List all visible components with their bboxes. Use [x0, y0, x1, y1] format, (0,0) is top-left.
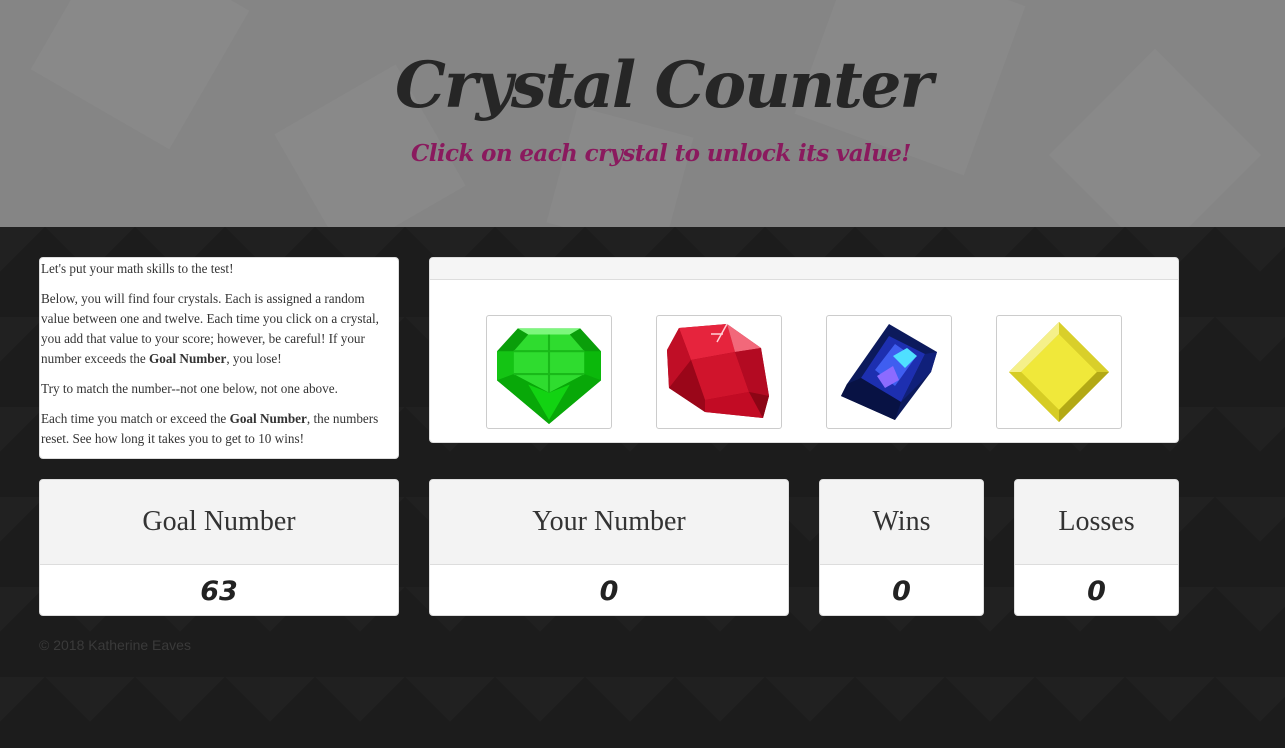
goal-number-value: 63 — [200, 575, 238, 607]
green-crystal-icon — [497, 328, 601, 424]
losses-value: 0 — [1087, 575, 1106, 607]
yellow-crystal-icon — [1009, 322, 1109, 422]
wins-card: Wins 0 — [819, 479, 984, 616]
your-number-label: Your Number — [430, 480, 788, 565]
wins-value: 0 — [892, 575, 911, 607]
red-crystal-button[interactable] — [656, 315, 782, 429]
losses-card: Losses 0 — [1014, 479, 1179, 616]
wins-label: Wins — [820, 480, 983, 565]
page-subtitle: Click on each crystal to unlock its valu… — [411, 140, 911, 167]
instructions-panel: Let's put your math skills to the test! … — [39, 257, 399, 459]
your-number-value: 0 — [599, 575, 619, 607]
blue-crystal-icon — [841, 324, 937, 420]
instructions-rules: Below, you will find four crystals. Each… — [41, 289, 396, 369]
crystal-panel — [429, 257, 1179, 443]
page-header: Crystal Counter Click on each crystal to… — [0, 0, 1285, 227]
rules-text-end: , you lose! — [226, 351, 282, 366]
yellow-crystal-button[interactable] — [996, 315, 1122, 429]
blue-crystal-button[interactable] — [826, 315, 952, 429]
instructions-reset: Each time you match or exceed the Goal N… — [41, 409, 396, 449]
goal-number-label: Goal Number — [40, 480, 398, 565]
crystal-panel-heading — [430, 258, 1178, 280]
footer-copyright: © 2018 Katherine Eaves — [39, 637, 191, 653]
goal-number-emphasis: Goal Number — [149, 351, 227, 366]
goal-number-emphasis: Goal Number — [229, 411, 307, 426]
page-title: Crystal Counter — [395, 48, 933, 123]
losses-label: Losses — [1015, 480, 1178, 565]
reset-text: Each time you match or exceed the — [41, 411, 230, 426]
red-crystal-icon — [667, 323, 769, 418]
goal-number-card: Goal Number 63 — [39, 479, 399, 616]
instructions-match: Try to match the number--not one below, … — [41, 381, 338, 396]
green-crystal-button[interactable] — [486, 315, 612, 429]
your-number-card: Your Number 0 — [429, 479, 789, 616]
instructions-intro: Let's put your math skills to the test! — [41, 261, 234, 276]
